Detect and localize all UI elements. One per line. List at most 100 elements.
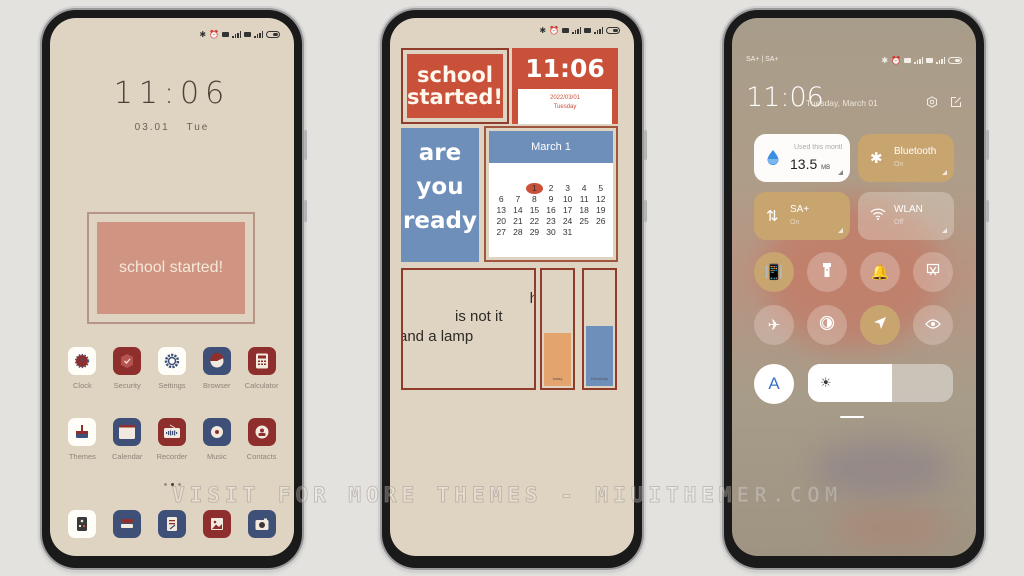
messages-icon <box>113 510 142 538</box>
tile-title: WLAN <box>894 204 923 215</box>
calendar-day[interactable]: 4 <box>576 183 593 194</box>
panel-handle[interactable] <box>840 416 864 418</box>
calendar-day[interactable]: 13 <box>493 205 510 216</box>
mobile-data-tile[interactable]: ⇅ SA+ On <box>754 192 850 240</box>
power-button <box>304 200 307 222</box>
calendar-day[interactable]: 10 <box>559 194 576 205</box>
bluetooth-tile[interactable]: ✱ Bluetooth On <box>858 134 954 182</box>
calendar-day[interactable]: 2 <box>543 183 560 194</box>
calendar-day[interactable]: 9 <box>543 194 560 205</box>
data-value: 13.5 MB <box>790 156 830 172</box>
edit-icon[interactable] <box>950 96 962 108</box>
signal1-icon <box>572 27 581 34</box>
calendar-day[interactable]: 17 <box>559 205 576 216</box>
calendar-day[interactable]: 7 <box>510 194 527 205</box>
wlan-tile[interactable]: WLAN Off <box>858 192 954 240</box>
signal1-icon <box>914 57 923 64</box>
calendar-day[interactable]: 12 <box>592 194 609 205</box>
bell-icon: 🔔 <box>870 264 890 281</box>
data-usage-tile[interactable]: Used this month 13.5 MB <box>754 134 850 182</box>
school-started-widget[interactable]: school started! <box>87 212 255 324</box>
calendar-day[interactable]: 26 <box>592 216 609 227</box>
are-you-ready-widget[interactable]: are you ready <box>401 128 479 262</box>
lamp-line-2: and a lamp <box>401 328 474 345</box>
water-bar-fill: today <box>544 333 571 386</box>
app-music[interactable]: Music <box>194 418 239 461</box>
calendar-day[interactable]: 19 <box>592 205 609 216</box>
calendar-day[interactable]: 30 <box>543 227 560 238</box>
sound-toggle[interactable]: 🔔 <box>860 252 900 292</box>
calendar-day[interactable]: 25 <box>576 216 593 227</box>
calendar-day[interactable]: 6 <box>493 194 510 205</box>
auto-brightness-button[interactable]: A <box>754 364 794 404</box>
phone-icon <box>68 510 97 538</box>
app-recorder[interactable]: Recorder <box>150 418 195 461</box>
alarm-icon: ⏰ <box>549 26 559 35</box>
calendar-day[interactable]: 24 <box>559 216 576 227</box>
settings-icon[interactable] <box>926 96 938 108</box>
dark-mode-toggle[interactable] <box>807 305 847 345</box>
calendar-day[interactable]: 22 <box>526 216 543 227</box>
app-calculator[interactable]: Calculator <box>239 347 284 390</box>
ready-line: ready <box>403 208 477 234</box>
expand-corner-icon <box>838 228 843 233</box>
app-security[interactable]: Security <box>105 347 150 390</box>
calendar-day[interactable]: 11 <box>576 194 593 205</box>
clock-widget[interactable]: 11:06 2022/03/01 Tuesday <box>512 48 618 124</box>
calendar-day[interactable]: 31 <box>559 227 576 238</box>
calendar-day[interactable]: 15 <box>526 205 543 216</box>
app-contacts[interactable]: Contacts <box>239 418 284 461</box>
bluetooth-icon: ✱ <box>199 30 207 39</box>
app-settings[interactable]: Settings <box>150 347 195 390</box>
calendar-day[interactable]: 21 <box>510 216 527 227</box>
vibrate-toggle[interactable]: 📳 <box>754 252 794 292</box>
calendar-day-today[interactable]: 1 <box>526 183 543 194</box>
screenshot-toggle[interactable] <box>913 252 953 292</box>
app-themes[interactable]: Themes <box>60 418 105 461</box>
app-calendar[interactable]: Calendar <box>105 418 150 461</box>
volume-button <box>986 130 989 160</box>
app-browser[interactable]: Browser <box>194 347 239 390</box>
calendar-day[interactable]: 20 <box>493 216 510 227</box>
page-dot[interactable] <box>163 483 167 486</box>
calendar-day[interactable]: 8 <box>526 194 543 205</box>
dock-notes[interactable] <box>150 510 195 538</box>
electricity-bar-widget[interactable]: Electricity <box>582 268 617 390</box>
location-toggle[interactable] <box>860 305 900 345</box>
dock-gallery[interactable] <box>194 510 239 538</box>
signal2-icon <box>254 31 263 38</box>
calendar-day[interactable]: 3 <box>559 183 576 194</box>
dock-messages[interactable] <box>105 510 150 538</box>
expand-corner-icon <box>942 228 947 233</box>
clock-time: 11:06 <box>525 54 605 83</box>
water-bar-widget[interactable]: today <box>540 268 575 390</box>
app-clock[interactable]: Clock <box>60 347 105 390</box>
clock-widget-time[interactable]: 11:06 <box>50 76 294 111</box>
calendar-day[interactable]: 16 <box>543 205 560 216</box>
calendar-widget[interactable]: March 1 1 2 3 4 5 6 7 8 9 10 11 12 13 14 15 16 17 18 19 20 2… <box>484 126 618 262</box>
vibrate-icon: 📳 <box>764 264 784 281</box>
expand-corner-icon <box>942 170 947 175</box>
battery-icon <box>266 31 280 38</box>
signal2-icon <box>936 57 945 64</box>
dock-phone[interactable] <box>60 510 105 538</box>
school-started-text: school started! <box>407 54 503 118</box>
reading-mode-toggle[interactable] <box>913 305 953 345</box>
lamp-text-widget[interactable]: h is not it and a lamp <box>401 268 536 390</box>
calendar-day[interactable]: 5 <box>592 183 609 194</box>
status-bar: ✱ ⏰ <box>539 26 620 35</box>
dock-camera[interactable] <box>239 510 284 538</box>
data-transfer-icon: ⇅ <box>766 208 779 225</box>
calendar-day[interactable]: 27 <box>493 227 510 238</box>
brightness-slider[interactable]: ☀ <box>808 364 953 402</box>
calendar-day[interactable]: 29 <box>526 227 543 238</box>
calendar-day[interactable]: 28 <box>510 227 527 238</box>
signal1-icon <box>232 31 241 38</box>
school-started-widget[interactable]: school started! <box>401 48 509 124</box>
flashlight-toggle[interactable] <box>807 252 847 292</box>
airplane-toggle[interactable]: ✈ <box>754 305 794 345</box>
calendar-day[interactable]: 18 <box>576 205 593 216</box>
calendar-day[interactable]: 23 <box>543 216 560 227</box>
calendar-day[interactable]: 14 <box>510 205 527 216</box>
browser-icon <box>202 347 231 375</box>
